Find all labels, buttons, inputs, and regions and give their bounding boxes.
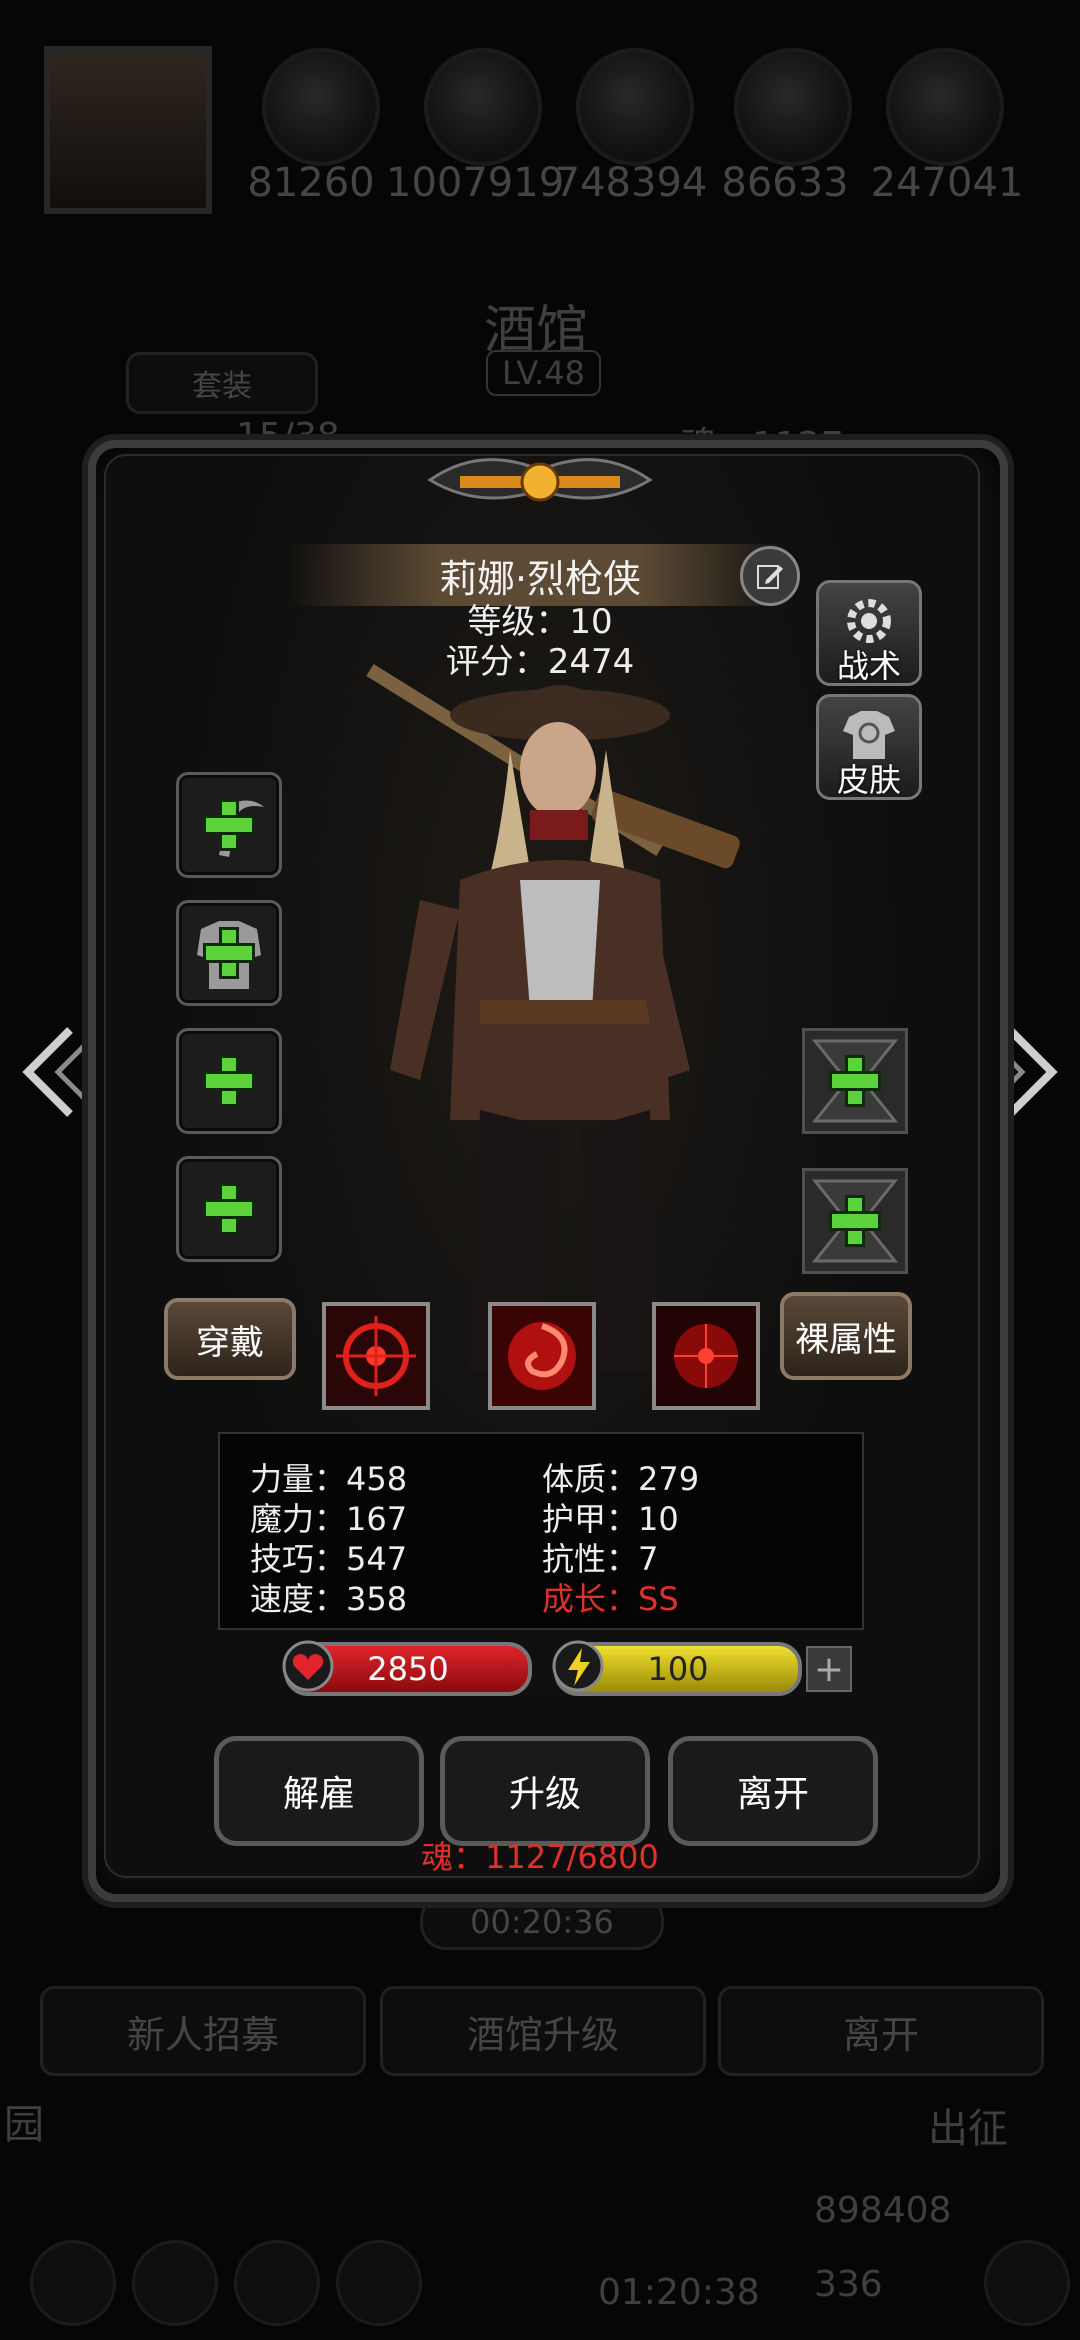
rune-slot-2[interactable]: [802, 1168, 908, 1274]
tactics-label: 战术: [836, 647, 901, 685]
resource-icon: [734, 48, 852, 166]
tactics-button[interactable]: 战术: [816, 580, 922, 686]
resource-value: 81260: [247, 160, 375, 206]
resource-icon: [576, 48, 694, 166]
energy-value: 100: [647, 1650, 709, 1688]
gold-amount: 898408: [814, 2190, 952, 2231]
hero-portrait: [366, 664, 740, 1370]
skill-slot-2[interactable]: [488, 1302, 596, 1410]
naked-attributes-button[interactable]: 裸属性: [780, 1292, 912, 1380]
armor-slot[interactable]: [176, 900, 282, 1006]
panel-emblem-icon: [427, 458, 653, 502]
resource-icon: [424, 48, 542, 166]
resource-value: 247041: [870, 160, 1024, 206]
add-equipment-icon: [203, 1055, 255, 1107]
resource-value: 1007919: [386, 160, 565, 206]
skin-label: 皮肤: [836, 761, 901, 799]
resource-icon: [262, 48, 380, 166]
add-equipment-icon: [203, 1183, 255, 1235]
target-skill-icon: [326, 1306, 426, 1406]
add-rune-icon: [829, 1055, 881, 1107]
lightning-icon: [552, 1640, 604, 1692]
left-nav-text: 园: [4, 2102, 44, 2148]
dismiss-button[interactable]: 解雇: [214, 1736, 424, 1846]
leave-tavern-button[interactable]: 离开: [718, 1986, 1044, 2076]
menu-icon[interactable]: [30, 2240, 116, 2326]
gem-amount: 336: [814, 2264, 883, 2305]
player-avatar[interactable]: [44, 46, 212, 214]
weapon-slot[interactable]: [176, 772, 282, 878]
menu-icon[interactable]: [336, 2240, 422, 2326]
resource-value: 748394: [554, 160, 708, 206]
plus-icon: +: [813, 1648, 845, 1690]
set-tab[interactable]: 套装: [126, 352, 318, 414]
skill-slot-3[interactable]: [652, 1302, 760, 1410]
add-energy-button[interactable]: +: [806, 1646, 852, 1692]
expedition-label[interactable]: 出征: [928, 2096, 1008, 2154]
add-equipment-icon: [203, 927, 255, 979]
menu-icon[interactable]: [132, 2240, 218, 2326]
soul-cost: 魂：1127/6800: [421, 1838, 659, 1876]
stat-growth: 成长：SS: [542, 1580, 679, 1618]
crosshair-skill-icon: [656, 1306, 756, 1406]
menu-icon[interactable]: [984, 2240, 1070, 2326]
accessory-slot-1[interactable]: [176, 1028, 282, 1134]
menu-icon[interactable]: [234, 2240, 320, 2326]
rename-button[interactable]: [740, 546, 800, 606]
wear-button[interactable]: 穿戴: [164, 1298, 296, 1380]
recruit-timer: 00:20:36: [420, 1894, 664, 1950]
recruit-button[interactable]: 新人招募: [40, 1986, 366, 2076]
leave-button[interactable]: 离开: [668, 1736, 878, 1846]
accessory-slot-2[interactable]: [176, 1156, 282, 1262]
stat-speed: 速度：358: [250, 1580, 408, 1618]
tavern-upgrade-button[interactable]: 酒馆升级: [380, 1986, 706, 2076]
heart-icon: [282, 1640, 334, 1692]
bottom-timer: 01:20:38: [598, 2272, 760, 2313]
edit-pencil-icon: [757, 565, 783, 589]
resource-value: 86633: [721, 160, 849, 206]
add-equipment-icon: [203, 799, 255, 851]
prev-hero-arrow-icon[interactable]: [14, 1022, 94, 1122]
hero-score: 评分：2474: [445, 642, 635, 682]
skill-slot-1[interactable]: [322, 1302, 430, 1410]
vortex-skill-icon: [492, 1306, 592, 1406]
upgrade-button[interactable]: 升级: [440, 1736, 650, 1846]
hp-value: 2850: [367, 1650, 449, 1688]
add-rune-icon: [829, 1195, 881, 1247]
resource-icon: [886, 48, 1004, 166]
skin-button[interactable]: 皮肤: [816, 694, 922, 800]
tavern-level: LV.48: [486, 350, 601, 396]
rune-slot-1[interactable]: [802, 1028, 908, 1134]
